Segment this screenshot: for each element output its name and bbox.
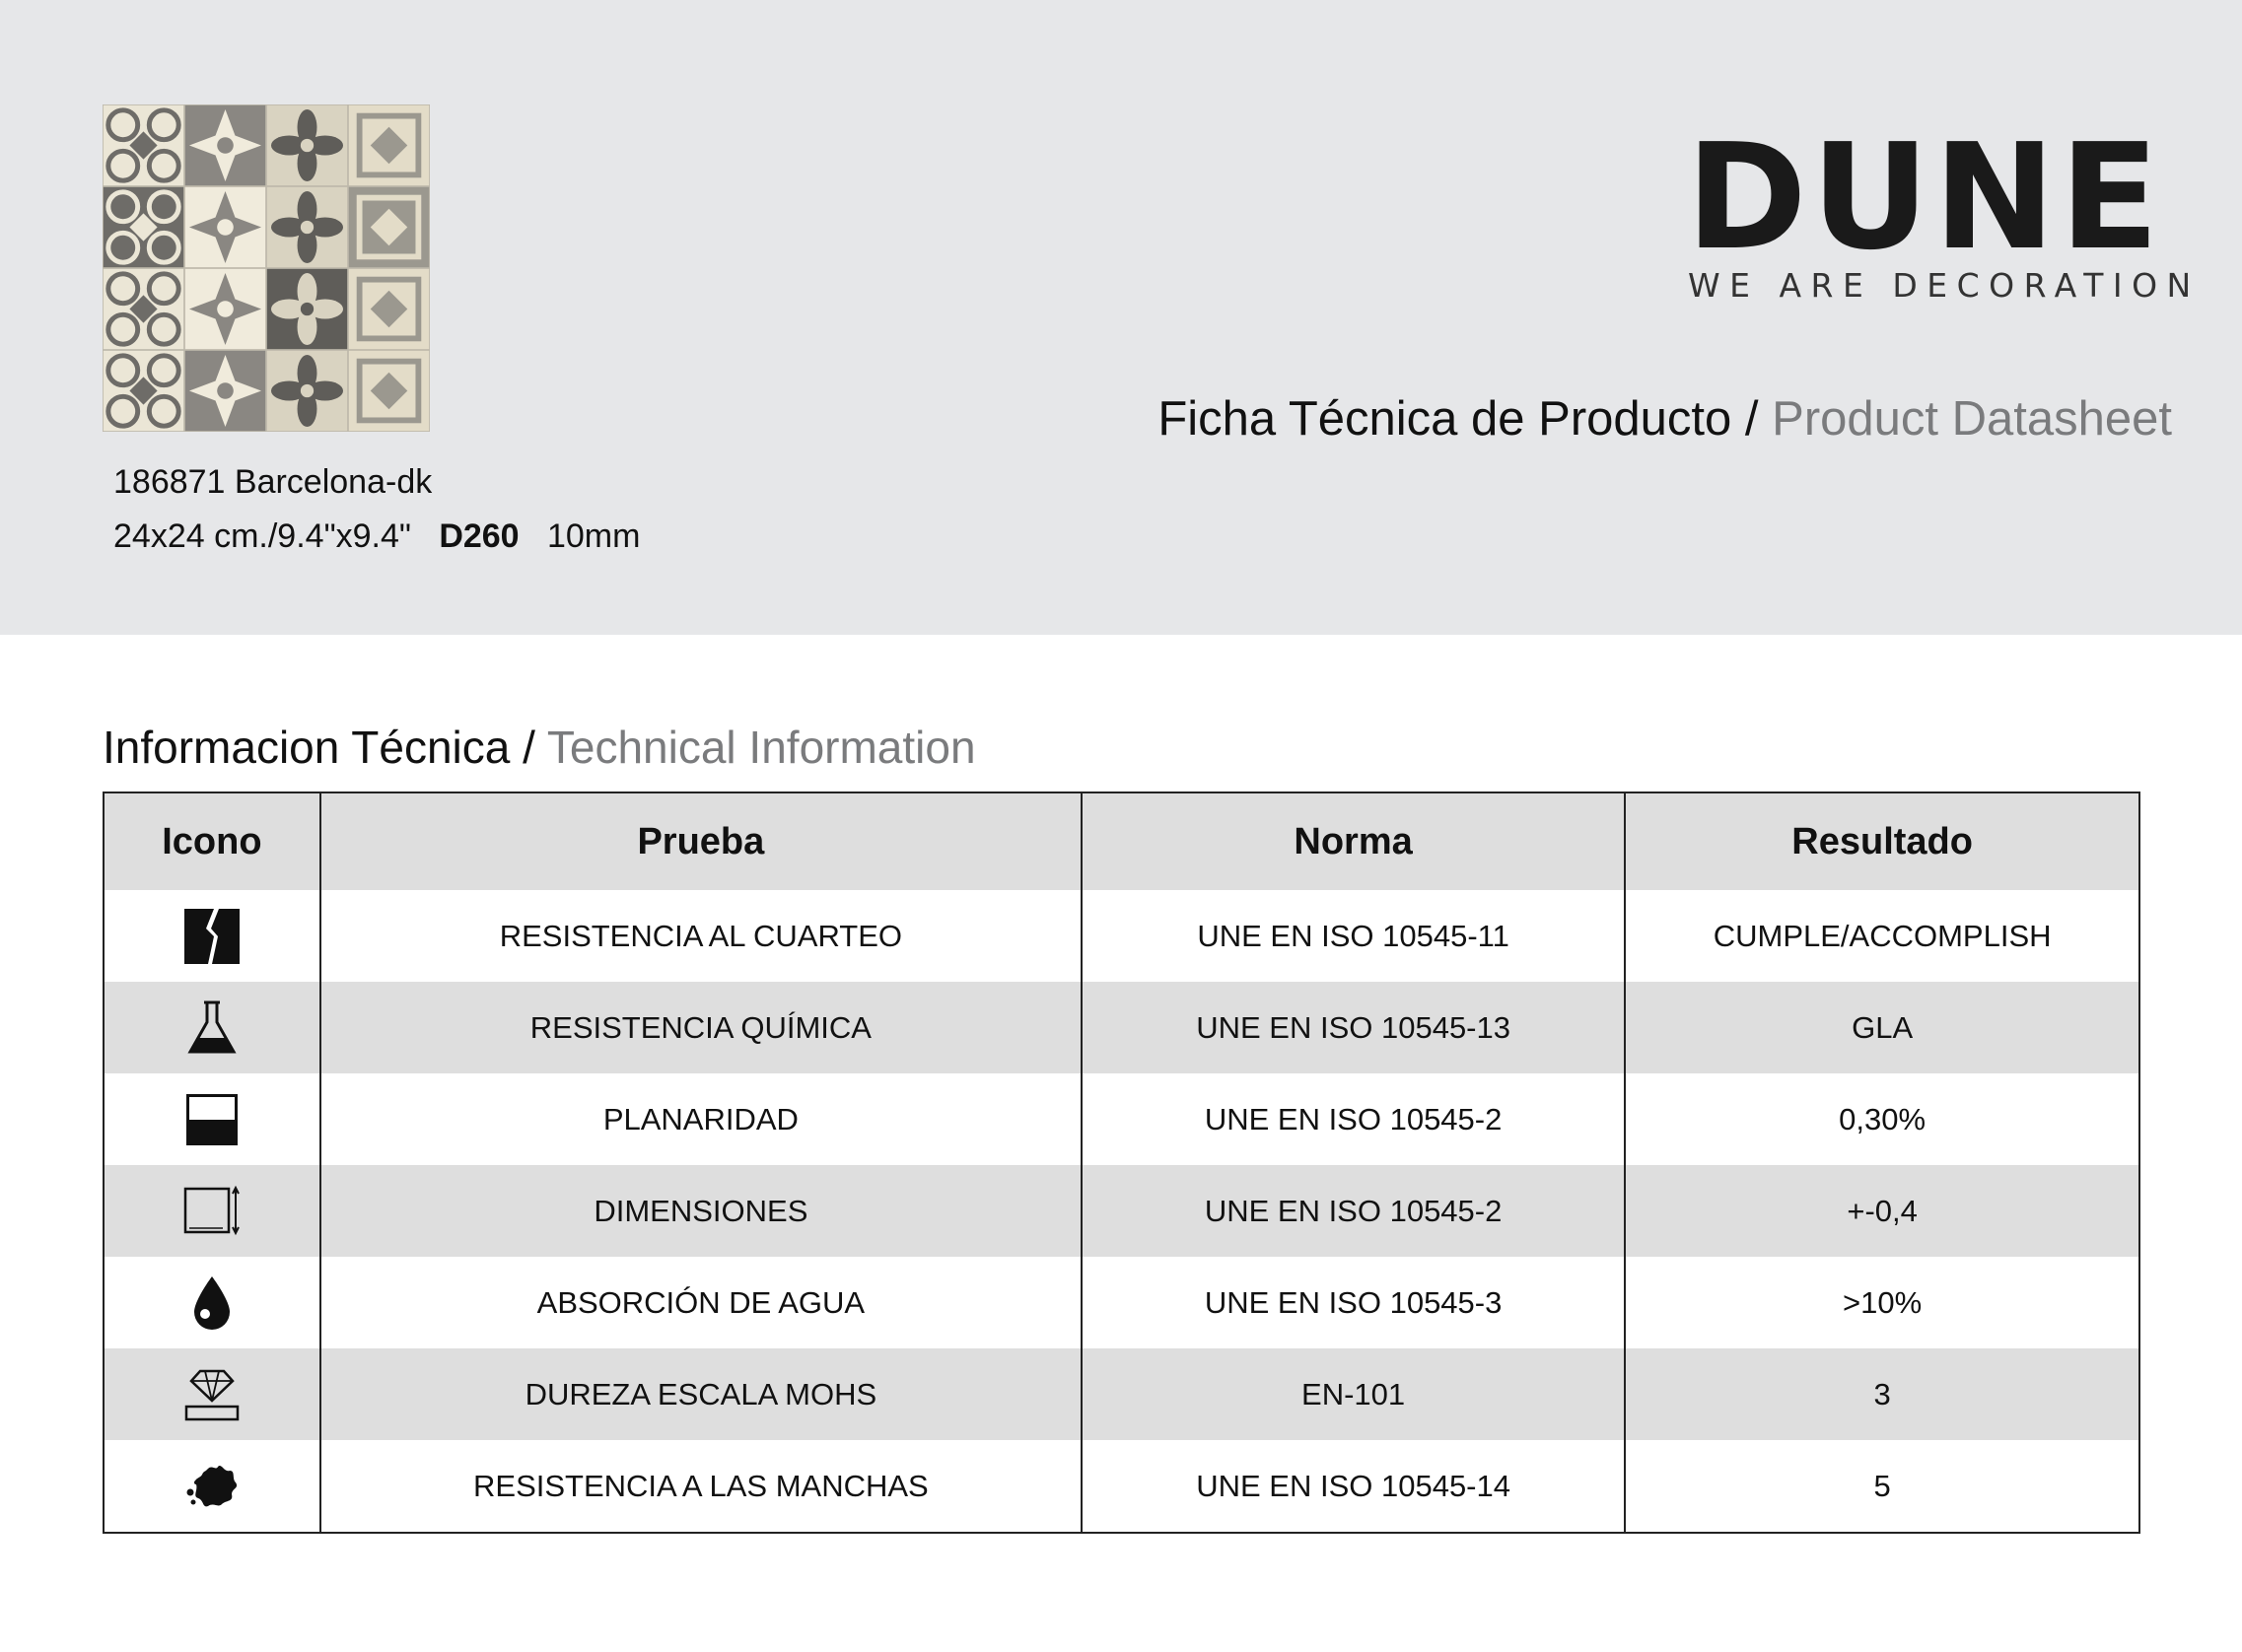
column-header-icon: Icono bbox=[104, 792, 321, 890]
row-test: RESISTENCIA QUÍMICA bbox=[319, 982, 1083, 1073]
row-test: PLANARIDAD bbox=[319, 1073, 1083, 1165]
mosaic-tile bbox=[103, 268, 184, 350]
column-header-norm: Norma bbox=[1081, 792, 1627, 890]
row-result: CUMPLE/ACCOMPLISH bbox=[1713, 918, 2052, 953]
row-norm: UNE EN ISO 10545-2 bbox=[1081, 1073, 1627, 1165]
mosaic-tile bbox=[348, 186, 430, 268]
product-specs-line: 24x24 cm./9.4"x9.4" D260 10mm bbox=[113, 517, 640, 556]
table-row: DIMENSIONES UNE EN ISO 10545-2 +-0,4 bbox=[104, 1165, 2139, 1257]
row-result: 3 bbox=[1625, 1348, 2139, 1440]
table-row: PLANARIDAD UNE EN ISO 10545-2 0,30% bbox=[104, 1073, 2139, 1165]
flatness-icon bbox=[104, 1073, 321, 1165]
row-test: RESISTENCIA AL CUARTEO bbox=[319, 890, 1083, 982]
product-tile-image bbox=[103, 104, 430, 432]
mosaic-tile bbox=[348, 268, 430, 350]
mosaic-tile bbox=[103, 350, 184, 432]
section-title-es: Informacion Técnica bbox=[103, 722, 511, 773]
crack-icon bbox=[104, 890, 321, 982]
row-test: RESISTENCIA A LAS MANCHAS bbox=[319, 1440, 1083, 1533]
row-norm: UNE EN ISO 10545-2 bbox=[1081, 1165, 1627, 1257]
row-norm: UNE EN ISO 10545-3 bbox=[1081, 1257, 1627, 1348]
mosaic-tile bbox=[103, 186, 184, 268]
table-row: RESISTENCIA A LAS MANCHAS UNE EN ISO 105… bbox=[104, 1440, 2139, 1533]
product-thickness: 10mm bbox=[546, 517, 641, 555]
mosaic-tile bbox=[348, 104, 430, 186]
mosaic-tile bbox=[103, 104, 184, 186]
row-result: 0,30% bbox=[1839, 1101, 1927, 1136]
row-test: ABSORCIÓN DE AGUA bbox=[319, 1257, 1083, 1348]
mosaic-tile bbox=[266, 104, 348, 186]
row-test: DUREZA ESCALA MOHS bbox=[319, 1348, 1083, 1440]
dune-logo: DUNE WE ARE DECORATION bbox=[1686, 112, 2191, 306]
table-row: ABSORCIÓN DE AGUA UNE EN ISO 10545-3 >10… bbox=[104, 1257, 2139, 1348]
stain-icon bbox=[104, 1440, 321, 1533]
flask-icon bbox=[104, 982, 321, 1073]
row-norm: EN-101 bbox=[1081, 1348, 1627, 1440]
datasheet-title-en: Product Datasheet bbox=[1772, 392, 2172, 446]
column-header-test: Prueba bbox=[319, 792, 1083, 890]
dimensions-icon bbox=[104, 1165, 321, 1257]
section-title: Informacion Técnica / Technical Informat… bbox=[103, 721, 976, 774]
mosaic-tile bbox=[348, 350, 430, 432]
product-model: D260 bbox=[439, 517, 520, 555]
table-row: DUREZA ESCALA MOHS EN-101 3 bbox=[104, 1348, 2139, 1440]
row-norm: UNE EN ISO 10545-14 bbox=[1081, 1440, 1627, 1533]
row-norm: UNE EN ISO 10545-13 bbox=[1081, 982, 1627, 1073]
mosaic-tile bbox=[266, 268, 348, 350]
mosaic-tile bbox=[266, 186, 348, 268]
row-norm: UNE EN ISO 10545-11 bbox=[1081, 890, 1627, 982]
table-row: RESISTENCIA AL CUARTEO UNE EN ISO 10545-… bbox=[104, 890, 2139, 982]
datasheet-title-es: Ficha Técnica de Producto bbox=[1157, 392, 1732, 446]
mosaic-tile bbox=[184, 268, 266, 350]
water-drop-icon bbox=[104, 1257, 321, 1348]
column-header-result: Resultado bbox=[1625, 792, 2139, 890]
diamond-hardness-icon bbox=[104, 1348, 321, 1440]
row-test: DIMENSIONES bbox=[319, 1165, 1083, 1257]
row-result: +-0,4 bbox=[1625, 1165, 2139, 1257]
section-title-en: Technical Information bbox=[546, 722, 976, 773]
logo-tagline: WE ARE DECORATION bbox=[1688, 266, 2201, 305]
row-result: >10% bbox=[1843, 1284, 1923, 1320]
title-separator: / bbox=[1731, 392, 1773, 446]
row-result: GLA bbox=[1625, 982, 2139, 1073]
logo-wordmark: DUNE bbox=[1686, 112, 2163, 282]
product-code-name: 186871 Barcelona-dk bbox=[113, 463, 433, 501]
technical-info-table: Icono Prueba Norma Resultado RESISTENCIA… bbox=[103, 792, 2140, 1534]
table-header-row: Icono Prueba Norma Resultado bbox=[104, 792, 2139, 890]
table-row: RESISTENCIA QUÍMICA UNE EN ISO 10545-13 … bbox=[104, 982, 2139, 1073]
row-result: 5 bbox=[1873, 1468, 1891, 1503]
section-separator: / bbox=[510, 722, 547, 773]
mosaic-tile bbox=[266, 350, 348, 432]
mosaic-tile bbox=[184, 350, 266, 432]
product-size: 24x24 cm./9.4"x9.4" bbox=[113, 517, 411, 555]
datasheet-title: Ficha Técnica de Producto / Product Data… bbox=[1157, 391, 2172, 447]
mosaic-tile bbox=[184, 186, 266, 268]
mosaic-tile bbox=[184, 104, 266, 186]
